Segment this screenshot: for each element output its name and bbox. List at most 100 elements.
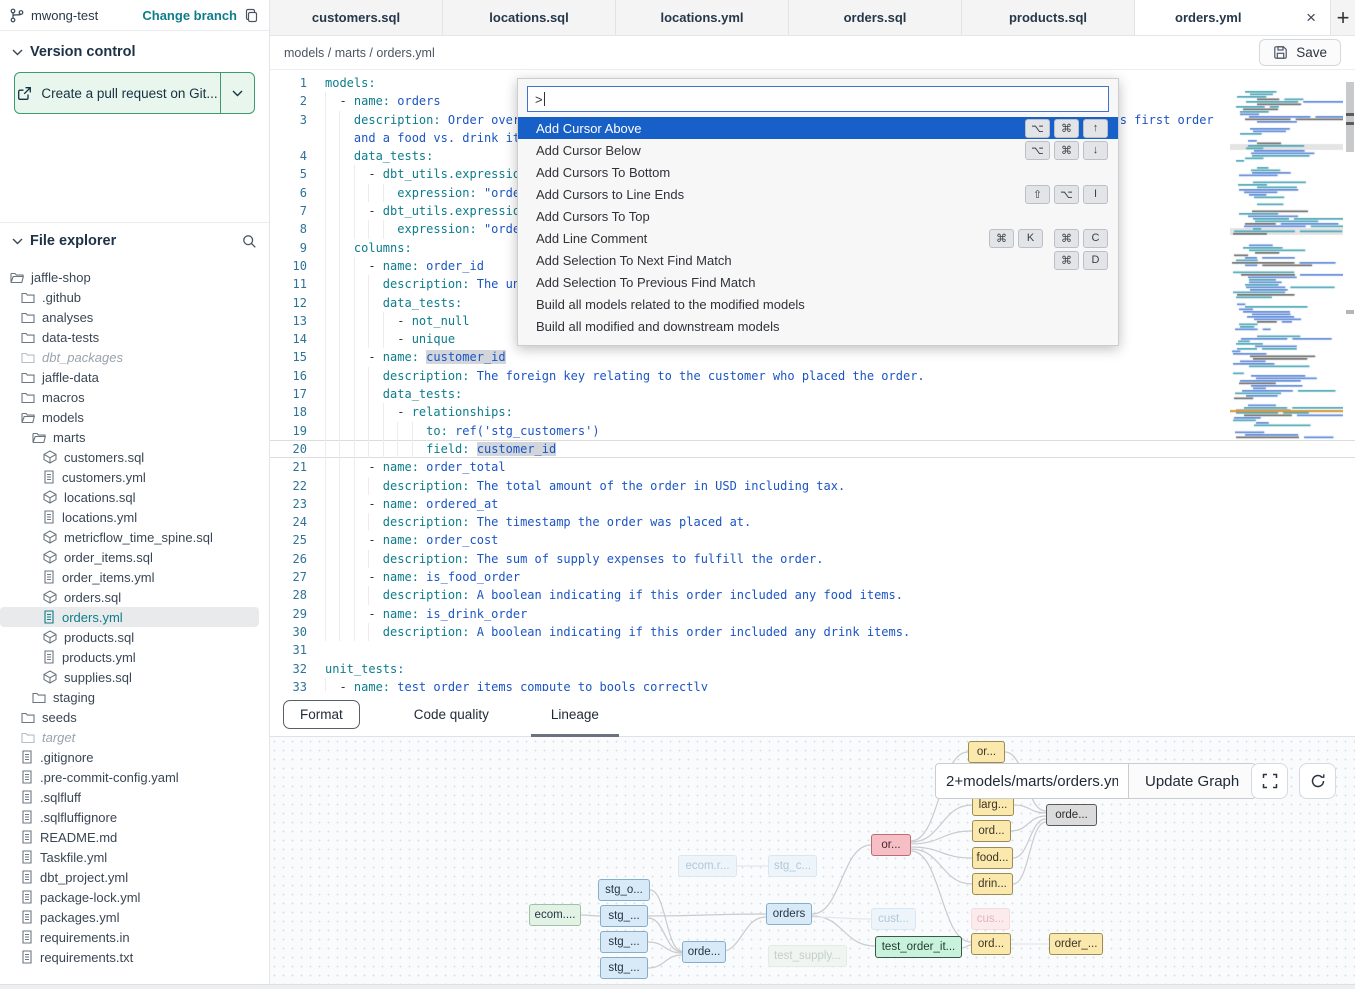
tree-item[interactable]: locations.yml (0, 507, 269, 527)
command-item[interactable]: Add Line Comment⌘K⌘C (518, 227, 1118, 249)
tree-item[interactable]: target (0, 727, 269, 747)
command-item[interactable]: Add Cursor Above⌥⌘↑ (518, 117, 1118, 139)
code-line[interactable]: 28 description: A boolean indicating if … (270, 586, 1355, 604)
code-line[interactable]: 27 - name: is_food_order (270, 568, 1355, 586)
file-explorer-header[interactable]: File explorer (0, 223, 269, 255)
tree-item[interactable]: jaffle-shop (0, 267, 269, 287)
tab-orders.sql[interactable]: orders.sql (789, 0, 962, 35)
tree-item[interactable]: seeds (0, 707, 269, 727)
command-item[interactable]: Add Selection To Previous Find Match (518, 271, 1118, 293)
scrollbar-thumb[interactable] (1346, 82, 1354, 152)
tree-item[interactable]: .sqlfluffignore (0, 807, 269, 827)
tree-item[interactable]: orders.yml (0, 607, 259, 627)
minimap[interactable] (1230, 80, 1343, 448)
lineage-node[interactable]: stg_o... (598, 879, 650, 901)
lineage-node[interactable]: drin... (972, 873, 1013, 895)
lineage-node[interactable]: ord... (971, 933, 1011, 955)
code-line[interactable]: 16 description: The foreign key relating… (270, 367, 1355, 385)
lineage-node[interactable]: stg_... (600, 905, 648, 927)
tree-item[interactable]: orders.sql (0, 587, 269, 607)
tree-item[interactable]: .gitignore (0, 747, 269, 767)
tree-item[interactable]: analyses (0, 307, 269, 327)
lineage-node[interactable]: or... (968, 741, 1005, 763)
lineage-node[interactable]: cust... (871, 908, 916, 930)
code-line[interactable]: 29 - name: is_drink_order (270, 605, 1355, 623)
code-line[interactable]: 33 - name: test_order_items_compute_to_b… (270, 678, 1355, 691)
code-line[interactable]: 23 - name: ordered_at (270, 495, 1355, 513)
change-branch-link[interactable]: Change branch (142, 8, 237, 23)
code-line[interactable]: 24 description: The timestamp the order … (270, 513, 1355, 531)
tree-item[interactable]: order_items.yml (0, 567, 269, 587)
lineage-node[interactable]: stg_... (600, 957, 648, 979)
refresh-button[interactable] (1299, 763, 1336, 799)
code-line[interactable]: 17 data_tests: (270, 385, 1355, 403)
tab-orders.yml[interactable]: orders.yml× (1135, 0, 1331, 35)
tree-item[interactable]: models (0, 407, 269, 427)
code-line[interactable]: 21 - name: order_total (270, 458, 1355, 476)
command-item[interactable]: Build all modified and downstream models (518, 315, 1118, 337)
search-icon[interactable] (242, 234, 257, 249)
lineage-node[interactable]: orde... (682, 941, 726, 963)
lineage-node[interactable]: ord... (972, 820, 1011, 842)
tree-item[interactable]: README.md (0, 827, 269, 847)
code-line[interactable]: 19 to: ref('stg_customers') (270, 422, 1355, 440)
code-line[interactable]: 22 description: The total amount of the … (270, 477, 1355, 495)
tab-products.sql[interactable]: products.sql (962, 0, 1135, 35)
tree-item[interactable]: macros (0, 387, 269, 407)
create-pr-caret[interactable] (220, 73, 254, 113)
tree-item[interactable]: marts (0, 427, 269, 447)
tree-item[interactable]: jaffle-data (0, 367, 269, 387)
lineage-node[interactable]: or... (871, 834, 911, 856)
command-item[interactable]: Add Cursors to Line Ends⇧⌥I (518, 183, 1118, 205)
command-item[interactable]: Build all models related to the modified… (518, 293, 1118, 315)
format-button[interactable]: Format (283, 700, 360, 729)
save-button[interactable]: Save (1259, 39, 1341, 66)
tree-item[interactable]: customers.sql (0, 447, 269, 467)
command-item[interactable]: Add Cursor Below⌥⌘↓ (518, 139, 1118, 161)
code-line[interactable]: 18 - relationships: (270, 403, 1355, 421)
new-tab-button[interactable]: + (1331, 0, 1355, 35)
fullscreen-button[interactable] (1251, 763, 1288, 799)
tree-item[interactable]: locations.sql (0, 487, 269, 507)
version-control-header[interactable]: Version control (0, 31, 269, 66)
tab-lineage[interactable]: Lineage (543, 693, 607, 737)
create-pr-button[interactable]: Create a pull request on Git... (14, 72, 255, 114)
lineage-node[interactable]: ecom.... (529, 904, 581, 926)
command-item[interactable]: Add Cursors To Bottom (518, 161, 1118, 183)
tree-item[interactable]: supplies.sql (0, 667, 269, 687)
tree-item[interactable]: metricflow_time_spine.sql (0, 527, 269, 547)
tab-customers.sql[interactable]: customers.sql (270, 0, 443, 35)
lineage-node[interactable]: orde... (1046, 804, 1097, 826)
lineage-node[interactable]: test_order_it... (875, 936, 962, 958)
code-line[interactable]: 32unit_tests: (270, 660, 1355, 678)
lineage-node[interactable]: stg_... (600, 931, 648, 953)
lineage-filter-input[interactable] (935, 763, 1128, 799)
lineage-node[interactable]: food... (972, 847, 1013, 869)
lineage-node[interactable]: stg_c... (768, 855, 817, 877)
tree-item[interactable]: packages.yml (0, 907, 269, 927)
command-item[interactable]: Add Selection To Next Find Match⌘D (518, 249, 1118, 271)
code-line[interactable]: 30 description: A boolean indicating if … (270, 623, 1355, 641)
code-line[interactable]: 26 description: The sum of supply expens… (270, 550, 1355, 568)
tree-item[interactable]: .sqlfluff (0, 787, 269, 807)
create-pr-main[interactable]: Create a pull request on Git... (15, 73, 220, 113)
update-graph-button[interactable]: Update Graph (1128, 763, 1256, 799)
tree-item[interactable]: .github (0, 287, 269, 307)
tab-locations.sql[interactable]: locations.sql (443, 0, 616, 35)
tree-item[interactable]: products.yml (0, 647, 269, 667)
tree-item[interactable]: order_items.sql (0, 547, 269, 567)
tree-item[interactable]: dbt_project.yml (0, 867, 269, 887)
tree-item[interactable]: .pre-commit-config.yaml (0, 767, 269, 787)
copy-icon[interactable] (244, 8, 259, 23)
tree-item[interactable]: Taskfile.yml (0, 847, 269, 867)
tree-item[interactable]: staging (0, 687, 269, 707)
lineage-node[interactable]: test_supply... (768, 945, 847, 967)
code-line[interactable]: 25 - name: order_cost (270, 531, 1355, 549)
tree-item[interactable]: requirements.in (0, 927, 269, 947)
tab-code-quality[interactable]: Code quality (406, 693, 497, 737)
tree-item[interactable]: dbt_packages (0, 347, 269, 367)
code-line[interactable]: 15 - name: customer_id (270, 348, 1355, 366)
editor-scrollbar[interactable] (1345, 70, 1355, 691)
tab-locations.yml[interactable]: locations.yml (616, 0, 789, 35)
lineage-node[interactable]: order_... (1049, 933, 1103, 955)
